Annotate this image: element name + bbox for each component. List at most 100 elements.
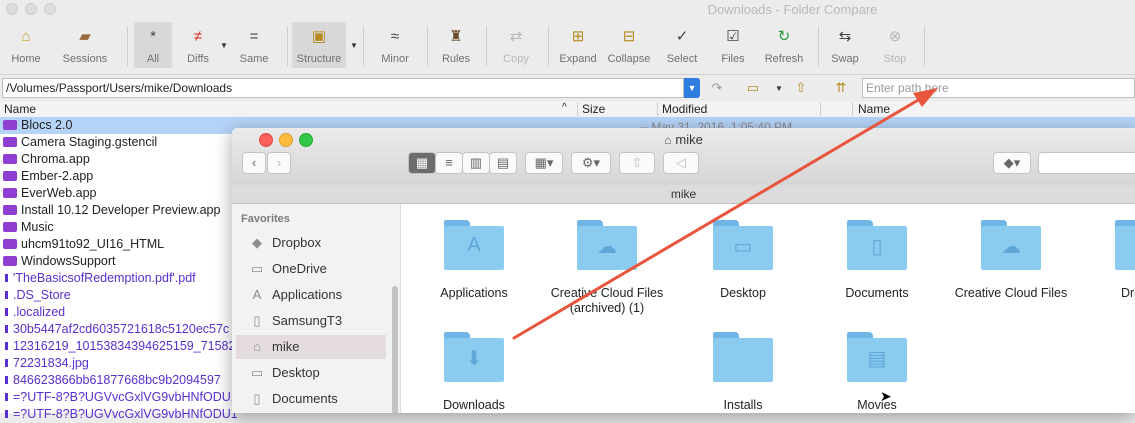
- folder-dropbox[interactable]: Dro: [1075, 220, 1135, 310]
- show-same-button[interactable]: = Same: [236, 22, 272, 68]
- select-button[interactable]: ✓ Select: [662, 22, 702, 68]
- home-button[interactable]: ⌂ Home: [6, 22, 46, 68]
- follow-link-icon[interactable]: ↷: [708, 80, 726, 96]
- open-folder-icon[interactable]: ▭: [744, 80, 762, 96]
- chevron-down-icon[interactable]: ▼: [350, 41, 358, 50]
- file-icon: [5, 393, 8, 401]
- columns-icon: ▥: [469, 155, 483, 170]
- list-item[interactable]: 72231834.jpg: [0, 355, 260, 372]
- forward-button[interactable]: ›: [267, 152, 291, 174]
- document-glyph-icon: ▯: [871, 236, 883, 258]
- left-path-field[interactable]: /Volumes/Passport/Users/mike/Downloads: [2, 78, 684, 98]
- column-divider[interactable]: [577, 102, 578, 116]
- list-item[interactable]: EverWeb.app: [0, 185, 260, 202]
- desktop-icon: ▭: [250, 365, 264, 380]
- browse-folder-icon[interactable]: ⇈: [832, 80, 850, 96]
- documents-icon: ▯: [253, 391, 261, 406]
- show-all-button[interactable]: * All: [134, 22, 172, 68]
- swap-button[interactable]: ⇆ Swap: [826, 22, 864, 68]
- dropbox-button[interactable]: ◆▾: [993, 152, 1031, 174]
- column-header-right-name[interactable]: Name: [858, 102, 890, 116]
- sidebar-item-documents[interactable]: ▯ Documents: [236, 387, 386, 411]
- sidebar-item-applications[interactable]: A Applications: [236, 283, 386, 307]
- list-item[interactable]: 'TheBasicsofRedemption.pdf'.pdf: [0, 270, 260, 287]
- list-item[interactable]: 30b5447af2cd6035721618c5120ec57c: [0, 321, 260, 338]
- structure-button[interactable]: ▣ Structure: [292, 22, 346, 68]
- list-item[interactable]: 12316219_10153834394625159_71582: [0, 338, 260, 355]
- search-field[interactable]: [1038, 152, 1135, 174]
- refresh-button[interactable]: ↻ Refresh: [760, 22, 808, 68]
- files-check-icon: ☑: [726, 28, 740, 45]
- list-item[interactable]: 846623866bb61877668bc9b2094597: [0, 372, 260, 389]
- chevron-down-icon[interactable]: ▼: [770, 84, 788, 100]
- toolbar-separator: [287, 26, 288, 66]
- share-button[interactable]: ⇧: [619, 152, 655, 174]
- list-item[interactable]: Music: [0, 219, 260, 236]
- sidebar-item-onedrive[interactable]: ▭ OneDrive: [236, 257, 386, 281]
- column-divider[interactable]: [820, 102, 821, 116]
- stop-button[interactable]: ⊗ Stop: [876, 22, 914, 68]
- chevron-left-icon: ‹: [251, 155, 257, 170]
- back-button[interactable]: ‹: [242, 152, 266, 174]
- chevron-down-icon: ▼: [687, 83, 697, 93]
- column-header-name[interactable]: Name: [4, 102, 36, 116]
- icon-view-button[interactable]: ▦: [408, 152, 436, 174]
- list-item[interactable]: WindowsSupport: [0, 253, 260, 270]
- left-path-dropdown[interactable]: ▼: [684, 78, 700, 98]
- sidebar-item-dropbox[interactable]: ◆ Dropbox: [236, 231, 386, 255]
- column-header-size[interactable]: Size: [582, 102, 605, 116]
- file-icon: [5, 359, 8, 367]
- list-item[interactable]: =?UTF-8?B?UGVvcGxlVG9vbHNfODU1: [0, 389, 260, 406]
- column-view-button[interactable]: ▥: [462, 152, 490, 174]
- chevron-right-icon: ›: [276, 155, 282, 170]
- finder-content: A Applications ☁ Creative Cloud Files (a…: [401, 204, 1135, 413]
- arrange-button[interactable]: ▦▾: [525, 152, 563, 174]
- sidebar-item-samsungt3[interactable]: ▯ SamsungT3: [236, 309, 386, 333]
- column-divider[interactable]: [657, 102, 658, 116]
- list-item[interactable]: .DS_Store: [0, 287, 260, 304]
- rules-button[interactable]: ♜ Rules: [438, 22, 474, 68]
- sessions-button[interactable]: ▰ Sessions: [58, 22, 112, 68]
- toolbar-separator: [924, 26, 925, 66]
- finder-sidebar: Favorites ◆ Dropbox ▭ OneDrive A Applicatio…: [232, 204, 401, 413]
- sidebar-item-desktop[interactable]: ▭ Desktop: [236, 361, 386, 385]
- list-item[interactable]: Chroma.app: [0, 151, 260, 168]
- file-icon: [5, 325, 8, 333]
- show-diffs-button[interactable]: ≠ Diffs: [180, 22, 216, 68]
- right-path-input[interactable]: [862, 78, 1135, 98]
- minor-button[interactable]: ≈ Minor: [376, 22, 414, 68]
- file-icon: [5, 410, 8, 418]
- copy-button[interactable]: ⇄ Copy: [498, 22, 534, 68]
- cover-flow-button[interactable]: ▤: [489, 152, 517, 174]
- drive-icon: ▯: [253, 313, 261, 328]
- tags-button[interactable]: ◁: [663, 152, 699, 174]
- folder-icon: [3, 137, 17, 147]
- list-item[interactable]: uhcm91to92_UI16_HTML: [0, 236, 260, 253]
- parent-folder-icon[interactable]: ⇧: [792, 80, 810, 96]
- toolbar-separator: [486, 26, 487, 66]
- expand-button[interactable]: ⊞ Expand: [556, 22, 600, 68]
- home-icon: ⌂: [21, 28, 31, 45]
- film-glyph-icon: ▤: [867, 348, 887, 370]
- collapse-button[interactable]: ⊟ Collapse: [604, 22, 654, 68]
- action-button[interactable]: ⚙▾: [571, 152, 611, 174]
- list-item[interactable]: Install 10.12 Developer Preview.app: [0, 202, 260, 219]
- list-item[interactable]: =?UTF-8?B?UGVvcGxlVG9vbHNfODU1: [0, 406, 260, 423]
- column-divider[interactable]: [852, 102, 853, 116]
- list-item[interactable]: Ember-2.app: [0, 168, 260, 185]
- list-view-button[interactable]: ≡: [435, 152, 463, 174]
- sidebar-scrollbar[interactable]: [392, 286, 398, 413]
- chevron-down-icon[interactable]: ▼: [220, 41, 228, 50]
- swap-icon: ⇆: [838, 28, 852, 45]
- files-button[interactable]: ☑ Files: [714, 22, 752, 68]
- stop-icon: ⊗: [888, 28, 902, 45]
- file-icon: [5, 274, 8, 282]
- list-item[interactable]: Camera Staging.gstencil: [0, 134, 260, 151]
- toolbar-separator: [427, 26, 428, 66]
- sidebar-item-mike[interactable]: ⌂ mike: [236, 335, 386, 359]
- sidebar-section-favorites: Favorites: [241, 213, 290, 225]
- column-header-modified[interactable]: Modified: [662, 102, 707, 116]
- list-item[interactable]: .localized: [0, 304, 260, 321]
- rules-icon: ♜: [449, 28, 463, 45]
- file-icon: [5, 376, 8, 384]
